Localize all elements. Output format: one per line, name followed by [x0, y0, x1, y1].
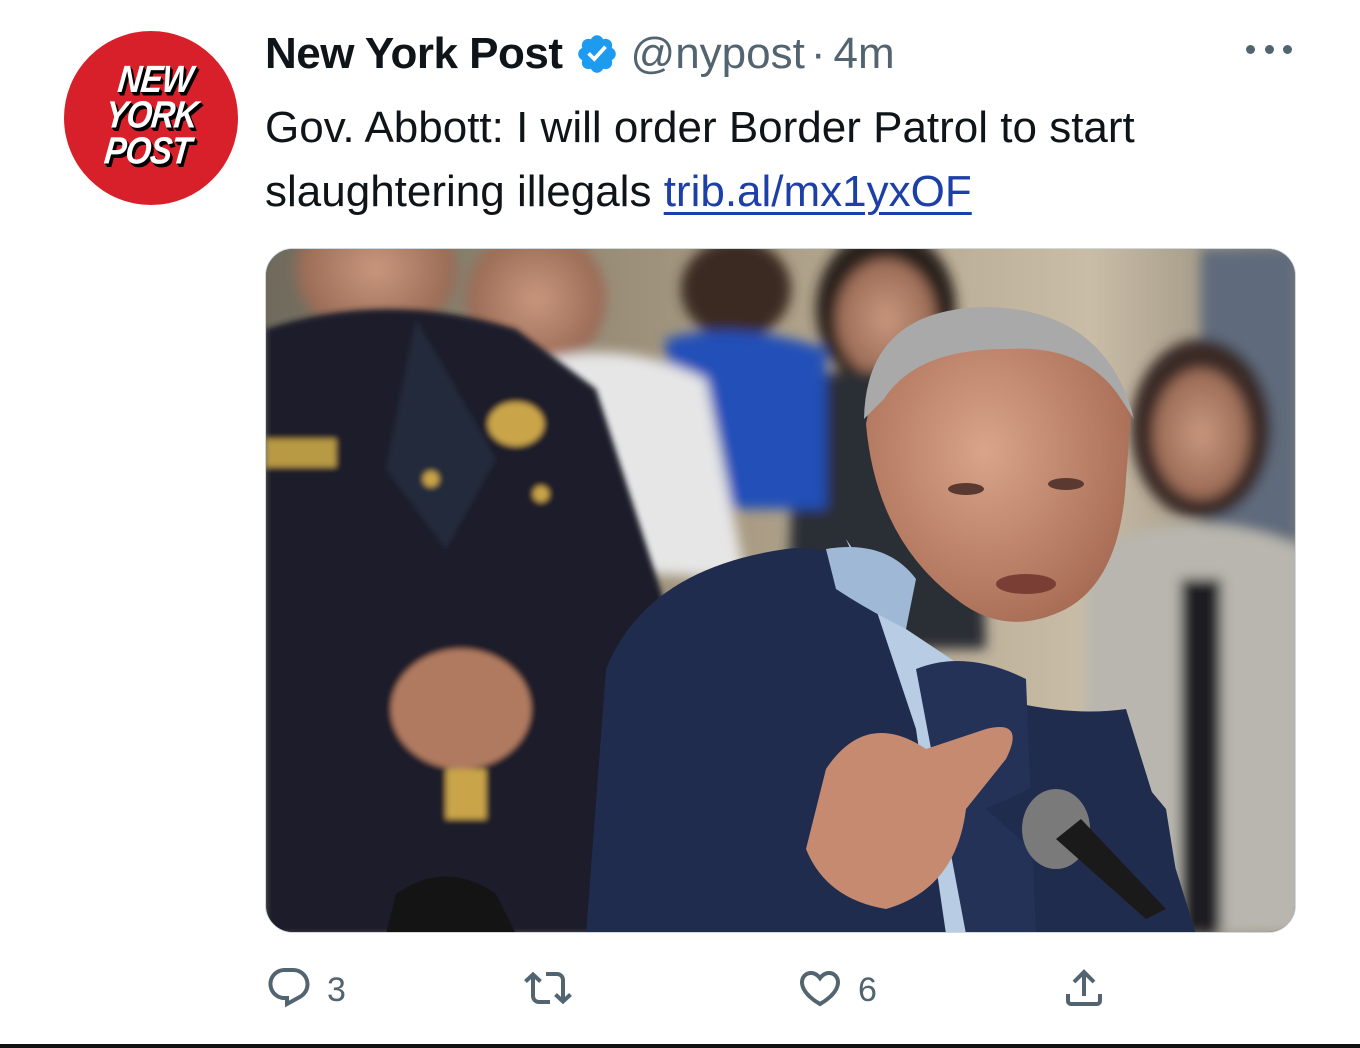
reply-icon	[265, 964, 313, 1017]
more-horizontal-icon[interactable]	[1246, 42, 1292, 56]
photo-image	[266, 249, 1295, 932]
divider	[0, 1044, 1360, 1048]
tweet-body: Gov. Abbott: I will order Border Patrol …	[265, 96, 1325, 224]
heart-icon	[796, 964, 844, 1017]
avatar-logo-text: NEW YORK POST	[102, 57, 200, 172]
share-icon	[1060, 964, 1108, 1017]
user-handle[interactable]: @nypost	[631, 29, 805, 79]
like-button[interactable]: 6	[796, 960, 877, 1020]
tweet-link[interactable]: trib.al/mx1yxOF	[664, 167, 972, 216]
reply-button[interactable]: 3	[265, 960, 346, 1020]
retweet-icon	[524, 964, 572, 1017]
retweet-button[interactable]	[524, 960, 586, 1020]
tweet-card[interactable]: NEW YORK POST New York Post @nypost · 4m…	[0, 0, 1360, 1048]
timestamp[interactable]: 4m	[834, 29, 895, 79]
like-count: 6	[858, 970, 877, 1009]
avatar[interactable]: NEW YORK POST	[64, 31, 238, 205]
verified-badge-icon	[575, 32, 619, 76]
share-button[interactable]	[1060, 960, 1108, 1020]
header-separator: ·	[810, 29, 826, 78]
tweet-photo[interactable]	[265, 248, 1296, 933]
tweet-header: New York Post @nypost · 4m	[265, 26, 895, 82]
reply-count: 3	[327, 970, 346, 1009]
display-name[interactable]: New York Post	[265, 29, 563, 79]
tweet-actions: 3 6	[0, 960, 1360, 1020]
